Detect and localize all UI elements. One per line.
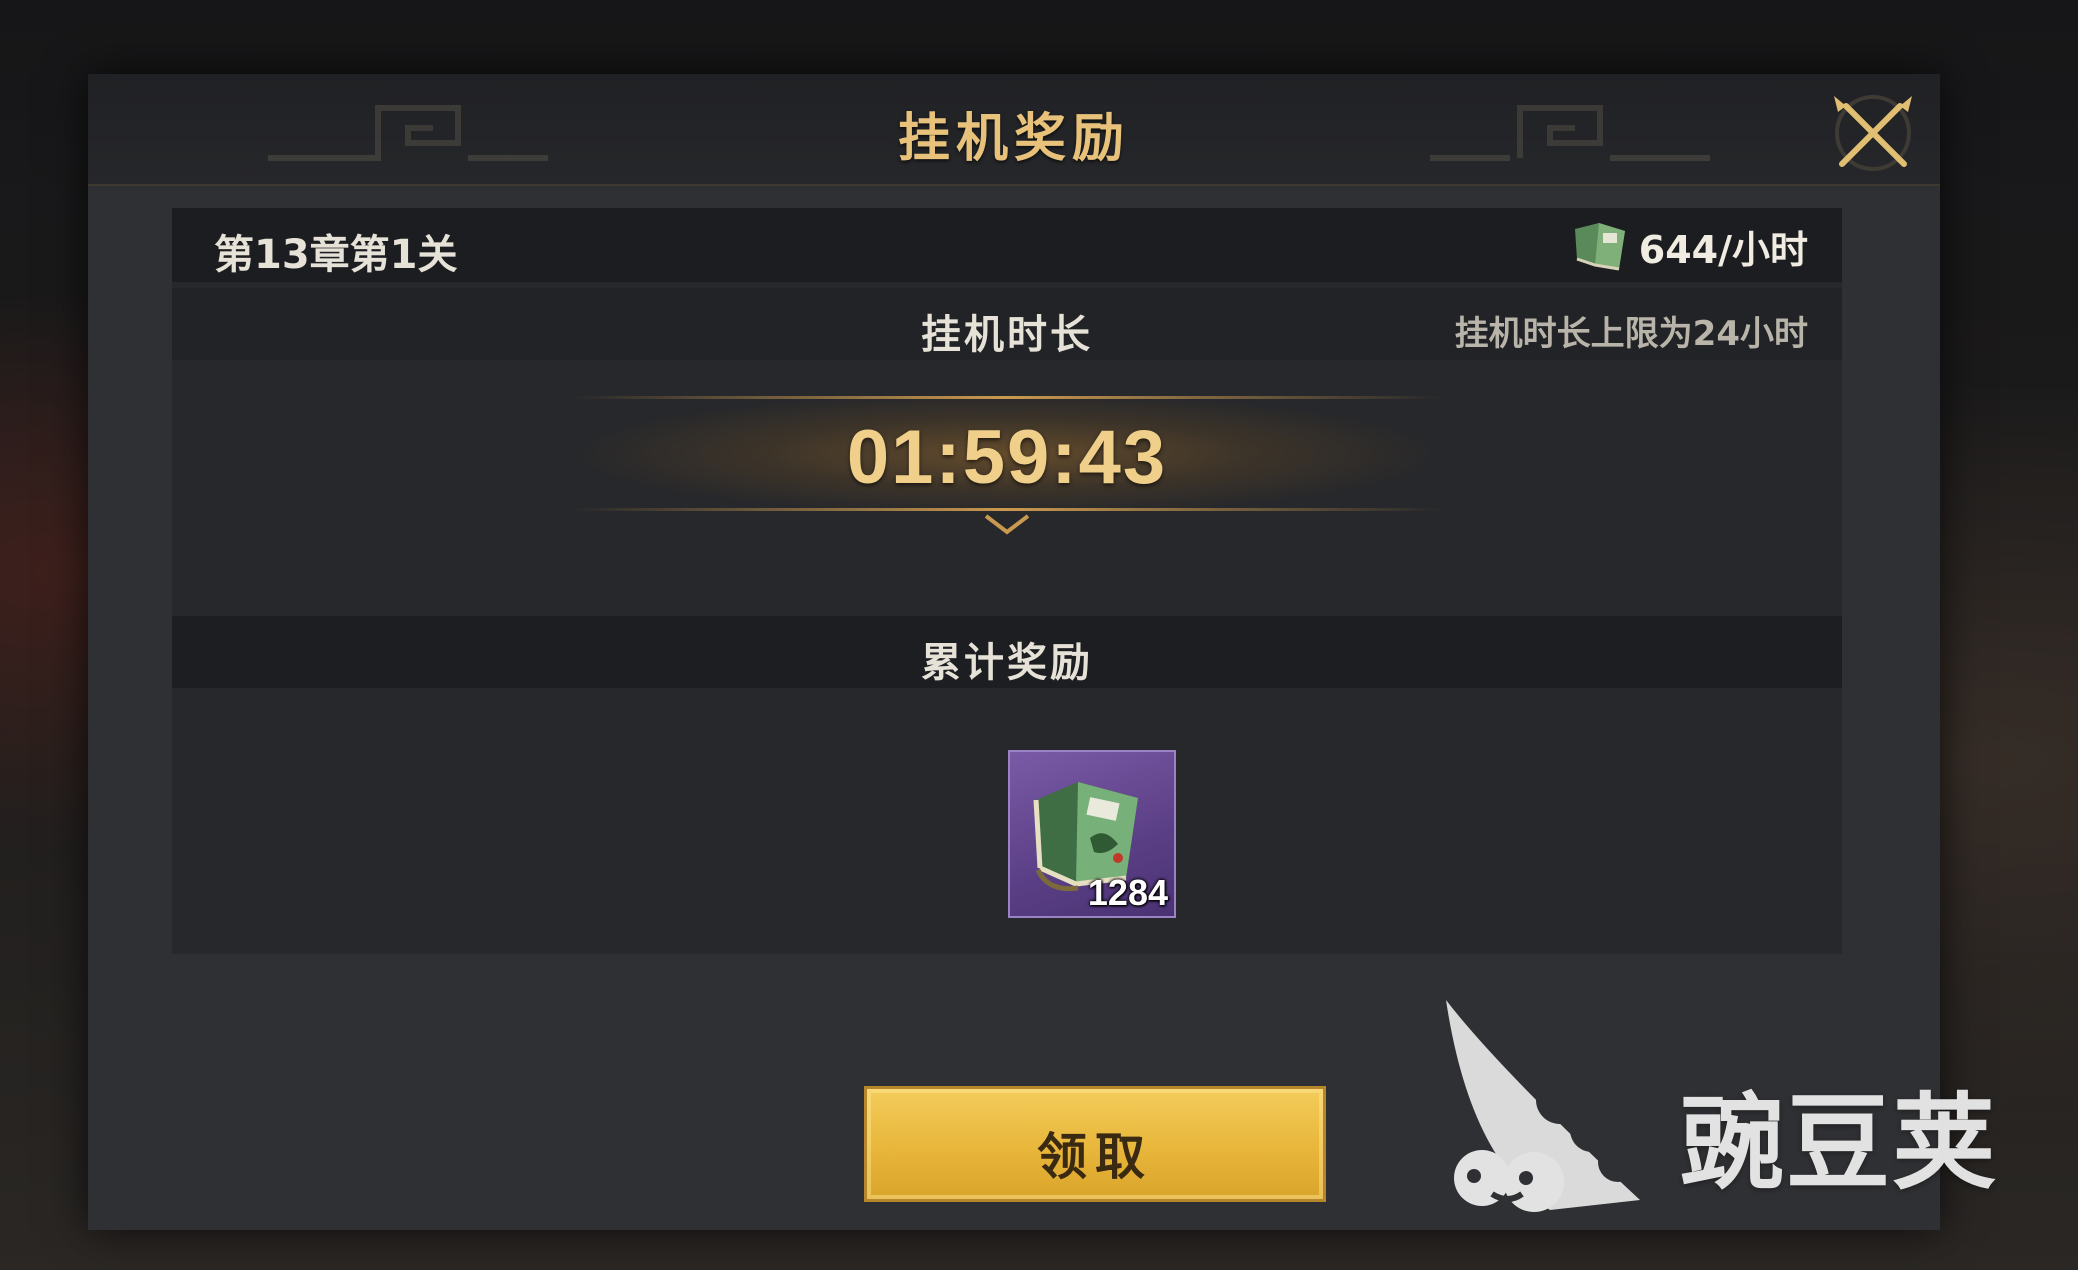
- rewards-bar: 累计奖励: [172, 616, 1842, 688]
- duration-limit-note: 挂机时长上限为24小时: [1454, 314, 1808, 354]
- idle-timer: 01:59:43: [846, 415, 1168, 500]
- watermark: 豌豆荚: [1430, 990, 2060, 1230]
- watermark-text: 豌豆荚: [1680, 1082, 1999, 1204]
- duration-bar: 挂机时长 挂机时长上限为24小时: [172, 288, 1842, 360]
- reward-rate: 644/小时: [1569, 216, 1808, 276]
- claim-button-label: 领取: [1037, 1128, 1153, 1186]
- stage-name: 第13章第1关: [214, 232, 458, 278]
- reward-count: 1284: [1087, 872, 1168, 913]
- header-ornament-right: [1430, 105, 1710, 161]
- timer-bottom-line: [572, 508, 1442, 511]
- crossed-swords-close-icon: [1834, 95, 1912, 171]
- reward-rate-text: 644/小时: [1638, 227, 1808, 272]
- green-book-icon: [1574, 223, 1625, 271]
- content-panel: 第13章第1关 644/小时 挂机时长 挂机时长上限为24小时 01:59:43: [172, 208, 1842, 954]
- timer-area: 01:59:43: [172, 360, 1842, 536]
- dialog-header: 挂机奖励: [88, 74, 1940, 186]
- reward-item[interactable]: 1284: [1008, 750, 1176, 918]
- claim-button[interactable]: 领取: [864, 1086, 1326, 1202]
- rewards-label: 累计奖励: [921, 640, 1093, 686]
- timer-top-line: [572, 396, 1442, 399]
- pea-pod-logo: [1446, 1000, 1640, 1212]
- stage-bar: 第13章第1关 644/小时: [172, 208, 1842, 282]
- close-button[interactable]: [1828, 88, 1918, 178]
- timer-notch-arrow: [984, 514, 1030, 535]
